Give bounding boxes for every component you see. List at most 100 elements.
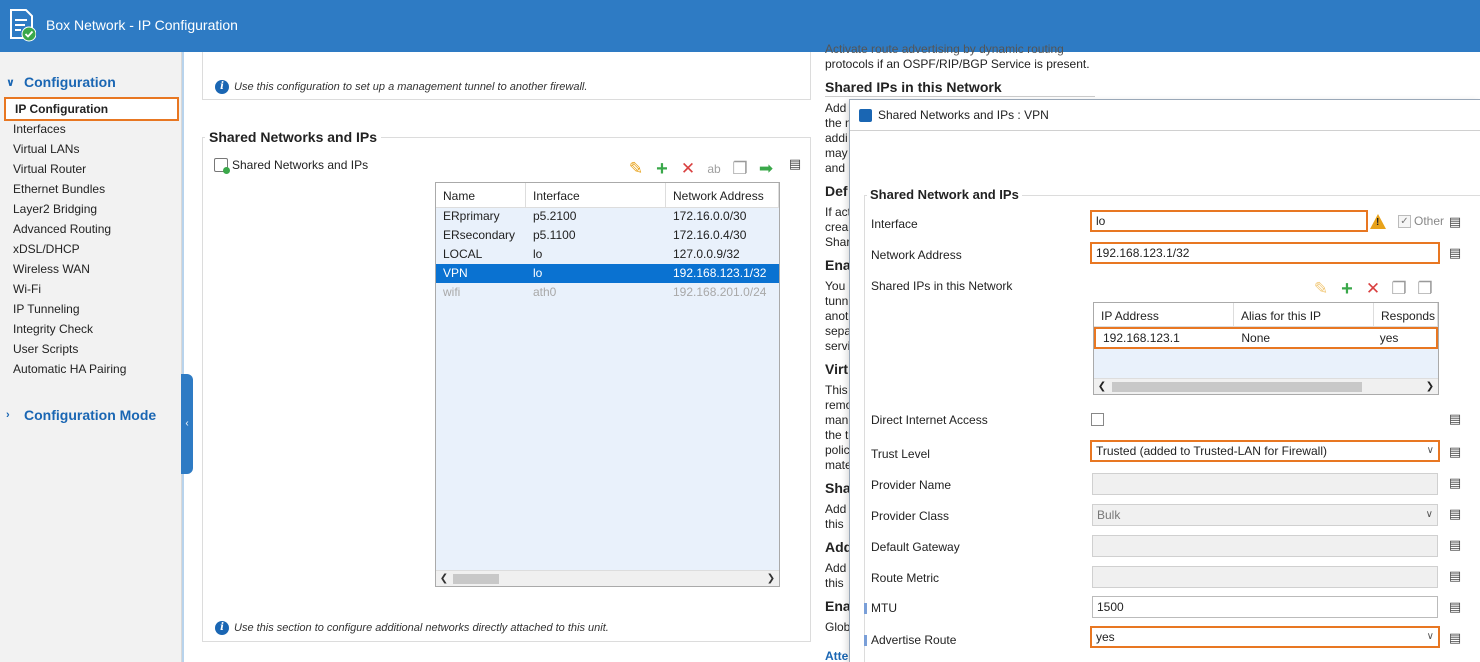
- chevron-down-icon: ∨: [6, 76, 15, 89]
- network-address-label: Network Address: [871, 248, 962, 262]
- checkbox-checked-icon[interactable]: ✓: [1398, 214, 1411, 228]
- trust-level-select[interactable]: Trusted (added to Trusted-LAN for Firewa…: [1090, 440, 1440, 462]
- dialog-app-icon: [859, 108, 872, 122]
- field-options-menu-icon[interactable]: ▤: [1446, 474, 1464, 492]
- sidebar-item-integrity-check[interactable]: Integrity Check: [4, 319, 179, 339]
- table-row-disabled[interactable]: wifi ath0 192.168.201.0/24: [436, 283, 779, 302]
- field-options-menu-icon[interactable]: ▤: [1446, 567, 1464, 585]
- column-header-ip-address[interactable]: IP Address: [1094, 303, 1234, 326]
- sidebar-item-virtual-router[interactable]: Virtual Router: [4, 159, 179, 179]
- table-horizontal-scrollbar[interactable]: ❮ ❯: [436, 570, 779, 586]
- route-metric-label: Route Metric: [871, 571, 940, 585]
- delete-icon[interactable]: ✕: [1363, 279, 1383, 299]
- field-options-menu-icon[interactable]: ▤: [1446, 410, 1464, 428]
- scroll-thumb[interactable]: [1112, 382, 1362, 392]
- sidebar-item-xdsl-dhcp[interactable]: xDSL/DHCP: [4, 239, 179, 259]
- copy-icon[interactable]: ❐: [1389, 279, 1409, 299]
- other-checkbox[interactable]: ✓ Other: [1398, 214, 1444, 228]
- field-options-menu-icon[interactable]: ▤: [1446, 443, 1464, 461]
- column-header-responds-to[interactable]: Responds to: [1374, 303, 1438, 326]
- provider-class-select[interactable]: Bulk ∨: [1092, 504, 1438, 526]
- copy-icon[interactable]: ❐: [730, 159, 750, 179]
- sidebar-item-ip-configuration[interactable]: IP Configuration: [4, 97, 179, 121]
- table-row[interactable]: ERsecondary p5.1100 172.16.0.4/30: [436, 226, 779, 245]
- interface-field[interactable]: lo: [1090, 210, 1368, 232]
- provider-name-field[interactable]: [1092, 473, 1438, 495]
- direct-internet-access-checkbox[interactable]: [1091, 413, 1104, 426]
- help-text: crea: [825, 220, 849, 234]
- help-text: this: [825, 517, 844, 531]
- list-options-menu-icon[interactable]: ▤: [786, 155, 804, 173]
- sidebar-item-automatic-ha-pairing[interactable]: Automatic HA Pairing: [4, 359, 179, 379]
- field-options-menu-icon[interactable]: ▤: [1446, 213, 1464, 231]
- network-address-field[interactable]: 192.168.123.1/32: [1090, 242, 1440, 264]
- ip-toolbar: ✎ + ✕ ❐ ❐: [1311, 279, 1435, 299]
- field-options-menu-icon[interactable]: ▤: [1446, 629, 1464, 647]
- field-options-menu-icon[interactable]: ▤: [1446, 598, 1464, 616]
- help-text: polic: [825, 443, 850, 457]
- add-icon[interactable]: +: [652, 159, 672, 179]
- rename-icon[interactable]: ab: [704, 159, 724, 179]
- table-header: Name Interface Network Address: [436, 183, 779, 208]
- info-icon: i: [215, 621, 229, 635]
- sidebar-item-wifi[interactable]: Wi-Fi: [4, 279, 179, 299]
- delete-icon[interactable]: ✕: [678, 159, 698, 179]
- field-options-menu-icon[interactable]: ▤: [1446, 505, 1464, 523]
- table-row[interactable]: 192.168.123.1 None yes: [1094, 327, 1438, 349]
- section-configuration-mode-label: Configuration Mode: [24, 407, 157, 423]
- sidebar-item-virtual-lans[interactable]: Virtual LANs: [4, 139, 179, 159]
- help-heading: Shared IPs in this Network: [825, 79, 1002, 95]
- table-row[interactable]: LOCAL lo 127.0.0.9/32: [436, 245, 779, 264]
- help-link[interactable]: Atte: [825, 649, 848, 662]
- shared-networks-table: Name Interface Network Address ERprimary…: [435, 182, 780, 587]
- help-text: mate: [825, 458, 852, 472]
- section-configuration[interactable]: ∨ Configuration: [6, 74, 116, 90]
- cell-interface: lo: [533, 247, 543, 261]
- scroll-right-icon[interactable]: ❯: [1423, 379, 1437, 395]
- table-row[interactable]: ERprimary p5.2100 172.16.0.0/30: [436, 207, 779, 226]
- trust-level-value: Trusted (added to Trusted-LAN for Firewa…: [1096, 444, 1327, 458]
- help-text: Add: [825, 101, 847, 115]
- list-toolbar: ✎ + ✕ ab ❐ ➡: [626, 159, 776, 179]
- add-icon[interactable]: +: [1337, 279, 1357, 299]
- list-config-icon: [214, 158, 230, 174]
- scroll-right-icon[interactable]: ❯: [764, 571, 778, 587]
- paste-icon[interactable]: ❐: [1415, 279, 1435, 299]
- sidebar-item-interfaces[interactable]: Interfaces: [4, 119, 179, 139]
- column-header-interface[interactable]: Interface: [526, 183, 666, 208]
- sidebar-collapse-handle[interactable]: ‹: [181, 374, 193, 474]
- mtu-field[interactable]: 1500: [1092, 596, 1438, 618]
- sidebar-item-advanced-routing[interactable]: Advanced Routing: [4, 219, 179, 239]
- help-divider: [825, 96, 1095, 97]
- column-header-network-address[interactable]: Network Address: [666, 183, 779, 208]
- edit-icon[interactable]: ✎: [626, 159, 646, 179]
- paste-icon[interactable]: ➡: [756, 159, 776, 179]
- cell-address: 127.0.0.9/32: [673, 247, 740, 261]
- cell-address: 172.16.0.4/30: [673, 228, 747, 242]
- advertise-route-select[interactable]: yes ∨: [1090, 626, 1440, 648]
- help-text: may: [825, 146, 848, 160]
- direct-internet-access-label: Direct Internet Access: [871, 413, 988, 427]
- help-text: and: [825, 161, 846, 175]
- sidebar-item-ethernet-bundles[interactable]: Ethernet Bundles: [4, 179, 179, 199]
- column-header-alias[interactable]: Alias for this IP: [1234, 303, 1374, 326]
- ip-table-scrollbar[interactable]: ❮ ❯: [1094, 378, 1438, 394]
- sidebar-item-layer2-bridging[interactable]: Layer2 Bridging: [4, 199, 179, 219]
- section-configuration-mode[interactable]: › Configuration Mode: [6, 407, 156, 423]
- field-options-menu-icon[interactable]: ▤: [1446, 244, 1464, 262]
- edit-icon[interactable]: ✎: [1311, 279, 1331, 299]
- shared-networks-list-label-text: Shared Networks and IPs: [232, 158, 369, 172]
- scroll-left-icon[interactable]: ❮: [437, 571, 451, 587]
- scroll-thumb[interactable]: [453, 574, 499, 584]
- scroll-left-icon[interactable]: ❮: [1095, 379, 1109, 395]
- shared-networks-list-label: Shared Networks and IPs: [214, 158, 369, 174]
- field-options-menu-icon[interactable]: ▤: [1446, 536, 1464, 554]
- route-metric-field[interactable]: [1092, 566, 1438, 588]
- default-gateway-field[interactable]: [1092, 535, 1438, 557]
- sidebar-item-wireless-wan[interactable]: Wireless WAN: [4, 259, 179, 279]
- sidebar-item-ip-tunneling[interactable]: IP Tunneling: [4, 299, 179, 319]
- chevron-down-icon: ∨: [1425, 509, 1433, 520]
- sidebar-item-user-scripts[interactable]: User Scripts: [4, 339, 179, 359]
- table-row-selected[interactable]: VPN lo 192.168.123.1/32: [436, 264, 779, 283]
- column-header-name[interactable]: Name: [436, 183, 526, 208]
